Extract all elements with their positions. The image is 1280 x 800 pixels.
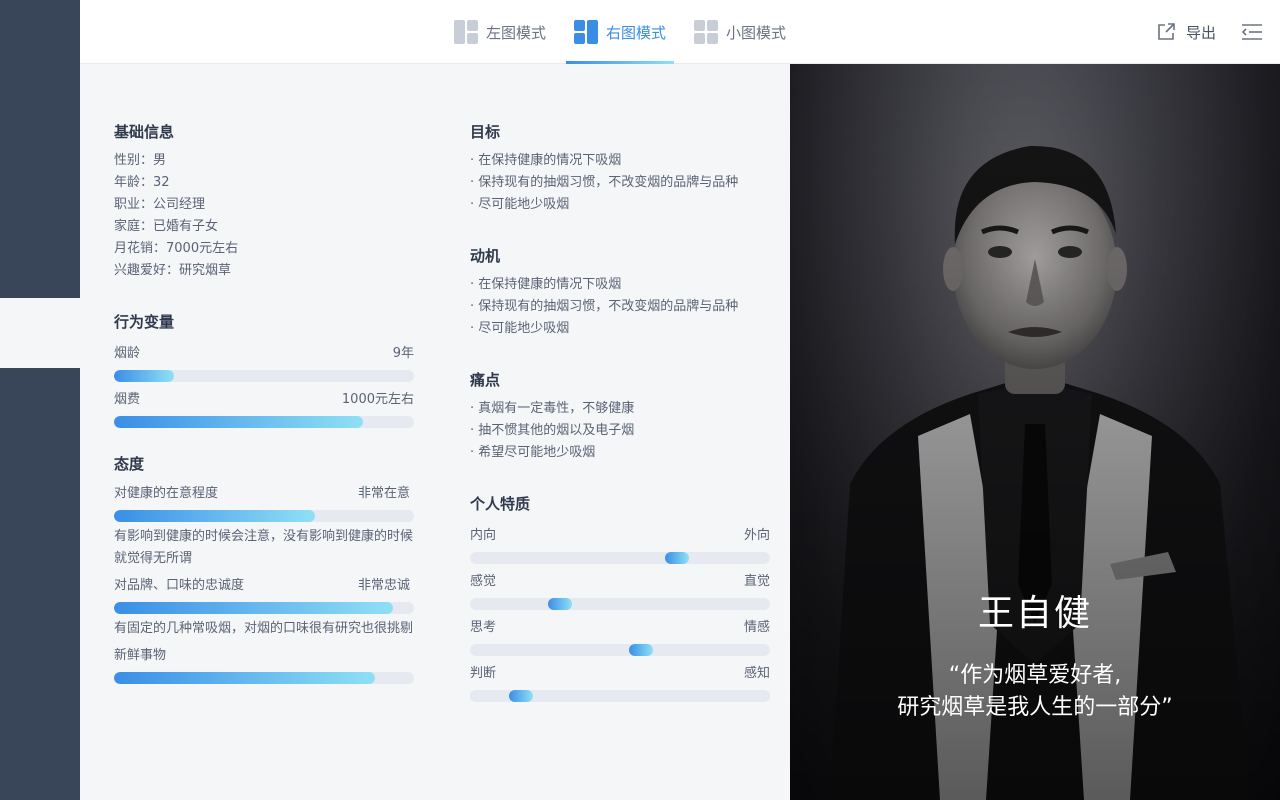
bar-fill [114,416,363,428]
trait-left-label: 内向 [470,528,497,543]
bar-fill [114,672,375,684]
section-title: 动机 [470,247,501,265]
export-label: 导出 [1185,23,1216,42]
section-title: 行为变量 [114,313,175,331]
top-toolbar: 左图模式 右图模式 小图模式 导出 [80,0,1280,64]
bar-fill [114,510,315,522]
export-icon [1158,23,1175,40]
trait-right-label: 情感 [743,620,770,635]
trait-left-label: 判断 [470,666,497,681]
info-occupation: 职业：公司经理 [114,197,206,212]
trait-header: 内向 外向 [470,526,770,546]
basic-info-section: 基础信息 性别：男 年龄：32 职业：公司经理 家庭：已婚有子女 月花销：700… [114,122,414,282]
persona-photo: 王自健 “作为烟草爱好者, 研究烟草是我人生的一部分” [790,64,1280,800]
bar-value: 1000元左右 [341,392,414,407]
novelty-bar [114,672,414,684]
left-sidebar [0,0,80,800]
toolbar-actions: 导出 [1156,0,1280,64]
persona-name: 王自健 [977,593,1092,634]
behavior-section: 行为变量 烟龄 9年 烟费 1000元左右 [114,312,414,428]
section-title: 态度 [114,455,145,473]
info-gender: 性别：男 [114,153,167,168]
bar-value: 非常忠诚 [357,578,410,593]
bar-header: 对品牌、口味的忠诚度 非常忠诚 [114,576,414,596]
bar-fill [114,602,393,614]
bar-value: 9年 [392,346,414,361]
persona-quote-line-2: 研究烟草是我人生的一部分” [897,695,1173,720]
trait-knob [509,690,533,702]
trait-left-label: 感觉 [470,574,497,589]
bar-header: 烟费 1000元左右 [114,390,414,410]
view-mode-tabs: 左图模式 右图模式 小图模式 [446,0,806,64]
bar-label: 对健康的在意程度 [114,486,219,501]
trait-header: 判断 感知 [470,664,770,684]
bar-header: 烟龄 9年 [114,344,414,364]
goals-section: 目标 · 在保持健康的情况下吸烟 · 保持现有的抽烟习惯，不改变烟的品牌与品种 … [470,122,780,216]
list-item: · 希望尽可能地少吸烟 [470,445,596,460]
tab-right-image-mode[interactable]: 右图模式 [566,0,675,64]
layout-grid-icon [694,20,719,44]
list-item: · 在保持健康的情况下吸烟 [470,153,622,168]
motives-section: 动机 · 在保持健康的情况下吸烟 · 保持现有的抽烟习惯，不改变烟的品牌与品种 … [470,246,780,340]
list-item: · 保持现有的抽烟习惯，不改变烟的品牌与品种 [470,299,739,314]
layout-right-icon [574,20,599,44]
tab-label: 左图模式 [486,23,547,42]
section-title: 基础信息 [114,123,175,141]
trait-knob [629,644,653,656]
export-button[interactable]: 导出 [1156,22,1216,43]
health-care-bar [114,510,414,522]
bar-label: 烟龄 [114,346,141,361]
trait-knob [548,598,572,610]
tab-left-image-mode[interactable]: 左图模式 [446,0,554,64]
attitude-section: 态度 对健康的在意程度 非常在意 有影响到健康的时候会注意，没有影响到健康的时候… [114,454,414,684]
section-title: 个人特质 [470,495,531,513]
persona-quote-line-1: “作为烟草爱好者, [948,663,1122,688]
bar-fill [114,370,174,382]
layout-left-icon [454,20,478,44]
tab-label: 右图模式 [606,23,667,42]
bar-label: 对品牌、口味的忠诚度 [114,578,245,593]
info-spending: 月花销：7000元左右 [114,241,239,256]
trait-header: 思考 情感 [470,618,770,638]
list-item: · 真烟有一定毒性，不够健康 [470,401,635,416]
sidebar-gap [0,298,80,368]
section-title: 目标 [470,123,501,141]
info-age: 年龄：32 [114,175,170,190]
list-item: · 在保持健康的情况下吸烟 [470,277,622,292]
persona-details: 基础信息 性别：男 年龄：32 职业：公司经理 家庭：已婚有子女 月花销：700… [80,64,790,800]
info-hobby: 兴趣爱好：研究烟草 [114,263,232,278]
smoking-cost-bar [114,416,414,428]
tab-label: 小图模式 [726,23,787,42]
traits-section: 个人特质 内向 外向 感觉 直觉 思考 情感 判断 感知 [470,494,770,702]
bar-value: 非常在意 [357,486,410,501]
trait-right-label: 直觉 [743,574,770,589]
list-item: · 抽不惯其他的烟以及电子烟 [470,423,635,438]
bar-header: 新鲜事物 [114,646,414,666]
info-family: 家庭：已婚有子女 [114,219,219,234]
trait-slider-introvert-extrovert [470,552,770,564]
trait-right-label: 外向 [743,528,770,543]
tab-small-image-mode[interactable]: 小图模式 [686,0,794,64]
section-title: 痛点 [470,371,501,389]
list-item: · 尽可能地少吸烟 [470,321,570,336]
trait-left-label: 思考 [470,620,497,635]
trait-slider-judging-perceiving [470,690,770,702]
bar-description: 有影响到健康的时候会注意，没有影响到健康的时候就觉得无所谓 [114,529,414,566]
trait-slider-thinking-feeling [470,644,770,656]
list-item: · 保持现有的抽烟习惯，不改变烟的品牌与品种 [470,175,739,190]
brand-loyalty-bar [114,602,414,614]
trait-right-label: 感知 [743,666,770,681]
list-item: · 尽可能地少吸烟 [470,197,570,212]
bar-header: 对健康的在意程度 非常在意 [114,484,414,504]
bar-description: 有固定的几种常吸烟，对烟的口味很有研究也很挑剔 [114,621,414,636]
trait-header: 感觉 直觉 [470,572,770,592]
bar-label: 烟费 [114,392,141,407]
smoking-years-bar [114,370,414,382]
bar-label: 新鲜事物 [114,648,167,663]
pain-points-section: 痛点 · 真烟有一定毒性，不够健康 · 抽不惯其他的烟以及电子烟 · 希望尽可能… [470,370,780,464]
trait-slider-sensing-intuition [470,598,770,610]
menu-collapse-icon[interactable] [1240,20,1264,44]
trait-knob [665,552,689,564]
